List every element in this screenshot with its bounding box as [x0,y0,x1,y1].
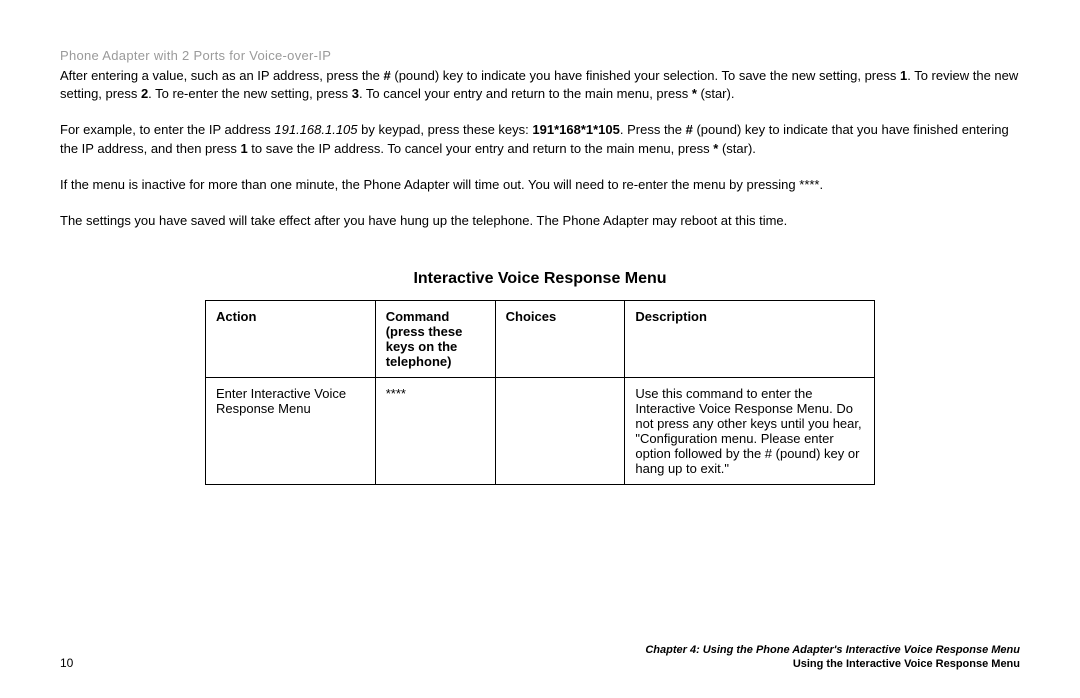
page-number: 10 [60,656,73,670]
page-header-title: Phone Adapter with 2 Ports for Voice-ove… [60,48,1020,63]
text: (pound) key to indicate you have finishe… [391,68,900,83]
bold-3: 3 [352,86,359,101]
text: to save the IP address. To cancel your e… [248,141,714,156]
bold-pound: # [686,122,693,137]
paragraph-4: The settings you have saved will take ef… [60,212,1020,230]
text: . To re-enter the new setting, press [148,86,352,101]
th-command: Command (press these keys on the telepho… [375,301,495,378]
text: . To cancel your entry and return to the… [359,86,692,101]
cell-action: Enter Interactive Voice Response Menu [206,378,376,485]
text: . Press the [620,122,686,137]
footer-chapter-title: Chapter 4: Using the Phone Adapter's Int… [645,644,1020,656]
th-choices: Choices [495,301,625,378]
paragraph-2: For example, to enter the IP address 191… [60,121,1020,157]
th-description: Description [625,301,875,378]
text: (star). [697,86,735,101]
footer-subtitle: Using the Interactive Voice Response Men… [645,658,1020,670]
text: by keypad, press these keys: [358,122,533,137]
text: After entering a value, such as an IP ad… [60,68,384,83]
italic-ip: 191.168.1.105 [274,122,357,137]
paragraph-1: After entering a value, such as an IP ad… [60,67,1020,103]
th-action: Action [206,301,376,378]
page-footer: 10 Chapter 4: Using the Phone Adapter's … [60,644,1020,670]
bold-pound: # [384,68,391,83]
cell-description: Use this command to enter the Interactiv… [625,378,875,485]
ivr-menu-table: Action Command (press these keys on the … [205,300,875,485]
text: (star). [718,141,756,156]
table-header-row: Action Command (press these keys on the … [206,301,875,378]
paragraph-3: If the menu is inactive for more than on… [60,176,1020,194]
cell-command: **** [375,378,495,485]
bold-1: 1 [240,141,247,156]
bold-ip-keys: 191*168*1*105 [532,122,619,137]
cell-choices [495,378,625,485]
footer-right: Chapter 4: Using the Phone Adapter's Int… [645,644,1020,670]
table-row: Enter Interactive Voice Response Menu **… [206,378,875,485]
text: For example, to enter the IP address [60,122,274,137]
section-heading-ivr-menu: Interactive Voice Response Menu [60,270,1020,288]
